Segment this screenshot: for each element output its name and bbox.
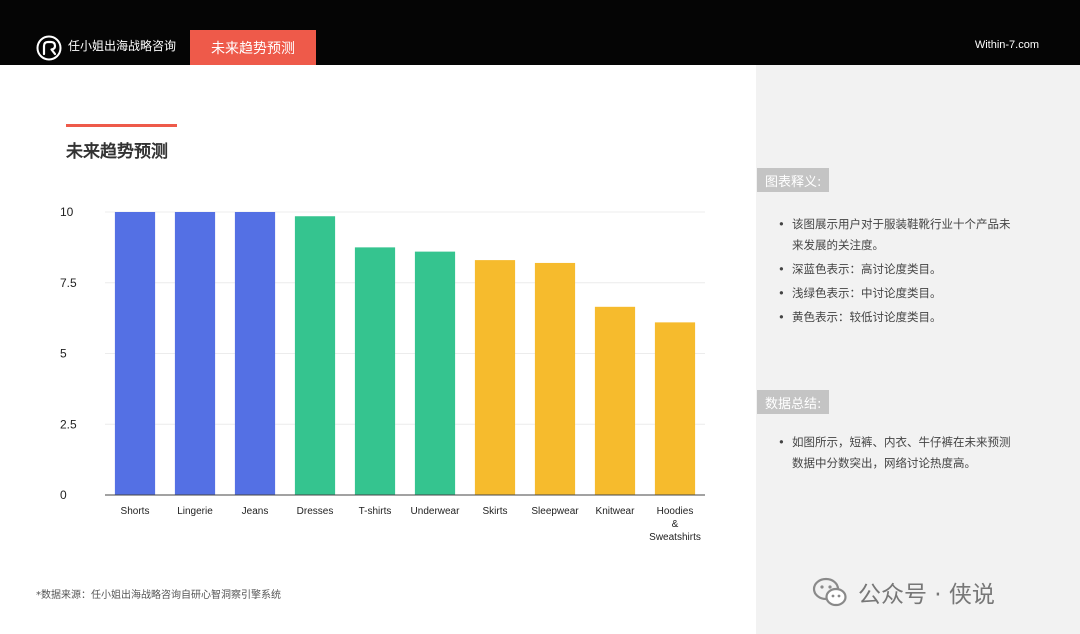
y-tick-label: 7.5	[60, 276, 77, 290]
summary-tag: 数据总结:	[757, 390, 830, 414]
legend-list: 该图展示用户对于服装鞋靴行业十个产品未来发展的关注度。 深蓝色表示：高讨论度类目…	[768, 214, 1018, 331]
summary-item: 如图所示，短裤、内衣、牛仔裤在未来预测数据中分数突出，网络讨论热度高。	[768, 432, 1018, 474]
x-tick-label: Sleepwear	[531, 506, 579, 517]
legend-item: 黄色表示：较低讨论度类目。	[768, 307, 1018, 328]
brand-name: 任小姐出海战略咨询	[68, 39, 177, 53]
bar	[234, 212, 276, 495]
bar	[474, 260, 516, 495]
y-tick-label: 2.5	[60, 417, 77, 431]
bar	[354, 247, 396, 495]
title-accent-rule	[66, 124, 177, 127]
legend-item: 该图展示用户对于服装鞋靴行业十个产品未来发展的关注度。	[768, 214, 1018, 256]
watermark-text: 公众号 · 侠说	[858, 582, 995, 608]
page-title: 未来趋势预测	[66, 142, 168, 162]
legend-tag: 图表释义:	[757, 168, 830, 192]
site-link[interactable]: Within-7.com	[975, 39, 1039, 51]
legend-item: 深蓝色表示：高讨论度类目。	[768, 259, 1018, 280]
x-tick-label: T-shirts	[359, 506, 392, 517]
bar	[114, 212, 156, 495]
x-tick-label: Skirts	[483, 506, 508, 517]
bar	[594, 306, 636, 495]
x-tick-label: Jeans	[242, 506, 269, 517]
bar	[414, 251, 456, 495]
y-tick-label: 5	[60, 347, 67, 361]
bar	[654, 322, 696, 495]
y-tick-label: 0	[60, 488, 67, 502]
summary-list: 如图所示，短裤、内衣、牛仔裤在未来预测数据中分数突出，网络讨论热度高。	[768, 432, 1018, 477]
x-tick-label: Lingerie	[177, 506, 213, 517]
x-tick-label: Underwear	[411, 506, 461, 517]
data-source-note: *数据来源：任小姐出海战略咨询自研心智洞察引擎系统	[36, 590, 281, 601]
tab-future-trend[interactable]: 未来趋势预测	[190, 30, 316, 65]
x-tick-label: Hoodies & Sweatshirts	[649, 506, 701, 543]
wechat-icon	[812, 577, 847, 607]
brand-logo-icon	[36, 35, 62, 61]
bar	[174, 212, 216, 495]
bar-chart: 0 2.5 5 7.5 10 Shorts Lingerie Jeans Dresses T-sh…	[60, 205, 705, 543]
legend-item: 浅绿色表示：中讨论度类目。	[768, 283, 1018, 304]
y-tick-label: 10	[60, 205, 74, 219]
watermark: 公众号 · 侠说	[812, 574, 995, 610]
bar	[294, 216, 336, 495]
side-panel	[756, 65, 1080, 634]
top-bar: 任小姐出海战略咨询 未来趋势预测 Within-7.com	[0, 0, 1080, 65]
x-tick-label: Dresses	[297, 506, 334, 517]
x-tick-label: Knitwear	[596, 506, 636, 517]
x-tick-label: Shorts	[121, 506, 150, 517]
bar	[534, 262, 576, 495]
